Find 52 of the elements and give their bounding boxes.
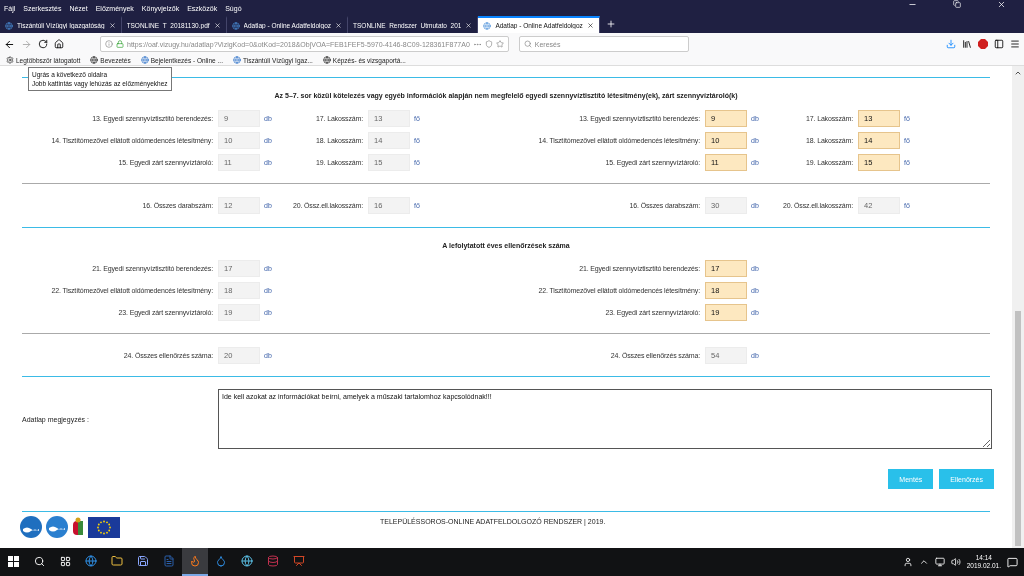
folder-icon [111,555,123,567]
lock-icon [116,40,124,48]
restore-icon[interactable] [953,0,961,8]
presentation-icon [293,555,305,567]
globe-icon [322,56,331,64]
plus-icon[interactable] [605,19,616,29]
search-icon [523,40,532,48]
network-icon[interactable] [934,557,945,567]
logo-icon [20,516,42,538]
close-icon[interactable] [465,22,473,29]
volume-icon[interactable] [950,557,961,567]
close-icon[interactable] [108,22,116,29]
site-icon [140,56,149,64]
info-icon [105,40,113,48]
globe-icon [483,21,492,30]
close-icon[interactable] [213,22,221,29]
library-icon[interactable] [962,39,972,49]
menu-icon[interactable] [1010,39,1020,49]
close-icon[interactable] [997,0,1006,9]
logo-icon [46,516,68,538]
close-icon[interactable] [335,22,342,29]
gear-icon [6,56,14,64]
globe-icon [231,21,240,30]
floppy-icon [137,555,149,567]
stop-sign-icon[interactable] [978,39,988,49]
database-icon [267,555,279,567]
globe-icon [5,21,13,30]
windows-icon [7,555,19,567]
browser-icon [85,555,97,567]
site-icon [232,56,241,64]
flame-app-button[interactable] [182,548,208,576]
close-icon[interactable] [586,22,594,29]
grid-icon [59,555,71,567]
notification-icon[interactable] [1007,556,1018,568]
scroll-up-icon[interactable] [1014,69,1022,77]
globe-icon [90,56,99,64]
reload-icon[interactable] [38,39,48,49]
star-icon[interactable] [495,40,504,48]
coat-of-arms-icon [72,517,84,537]
sidebar-icon[interactable] [994,39,1004,49]
people-icon[interactable] [902,557,913,567]
drop-icon [215,555,227,567]
flame-icon [189,555,201,567]
chevron-up-icon[interactable] [918,557,929,567]
globe-icon [241,555,253,567]
document-icon [163,555,175,567]
eu-flag-icon [88,516,120,538]
scrollbar-thumb[interactable] [1015,311,1021,546]
back-icon[interactable] [4,38,15,50]
scrollbar[interactable] [1012,66,1024,548]
home-icon[interactable] [54,39,64,49]
search-icon [33,555,45,567]
